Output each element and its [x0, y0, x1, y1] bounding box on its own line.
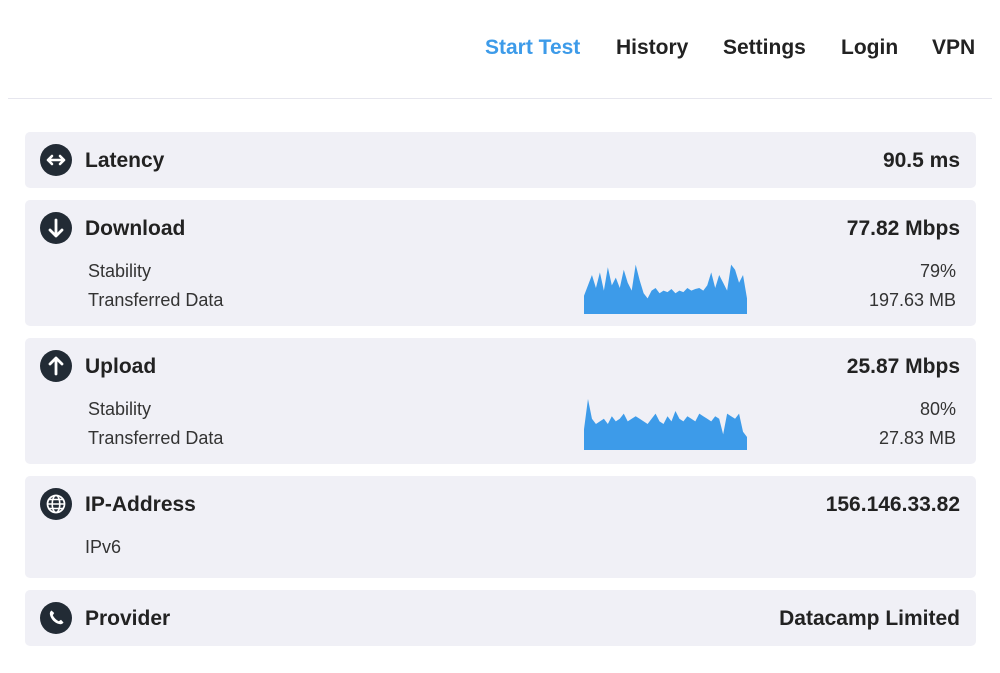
upload-card: Upload 25.87 Mbps Stability Transferred … — [25, 338, 976, 464]
download-card: Download 77.82 Mbps Stability Transferre… — [25, 200, 976, 326]
provider-title: Provider — [85, 607, 171, 630]
latency-card: Latency 90.5 ms — [25, 132, 976, 188]
upload-stability-label: Stability — [88, 399, 152, 419]
globe-icon — [40, 488, 72, 520]
ip-address-title: IP-Address — [85, 493, 196, 516]
nav-login[interactable]: Login — [841, 36, 898, 60]
latency-title: Latency — [85, 149, 165, 172]
provider-value: Datacamp Limited — [779, 607, 960, 630]
download-transferred-value: 197.63 MB — [868, 290, 956, 310]
nav-start-test[interactable]: Start Test — [485, 36, 580, 60]
nav-history[interactable]: History — [616, 36, 688, 60]
download-stability-label: Stability — [88, 261, 152, 281]
ip-address-value: 156.146.33.82 — [825, 493, 960, 516]
upload-sparkline — [584, 399, 747, 450]
nav-divider — [8, 98, 992, 99]
upload-title: Upload — [85, 355, 157, 378]
nav-settings[interactable]: Settings — [723, 36, 806, 60]
phone-icon — [40, 602, 72, 634]
arrow-down-icon — [40, 212, 72, 244]
latency-value: 90.5 ms — [882, 149, 960, 172]
nav-vpn[interactable]: VPN — [932, 36, 975, 60]
upload-transferred-label: Transferred Data — [88, 428, 224, 448]
download-stability-value: 79% — [919, 261, 956, 281]
arrow-up-icon — [40, 350, 72, 382]
top-nav: Start Test History Settings Login VPN — [0, 0, 1000, 98]
ip-address-card: IP-Address 156.146.33.82 IPv6 — [25, 476, 976, 578]
provider-card: Provider Datacamp Limited — [25, 590, 976, 646]
download-value: 77.82 Mbps — [846, 217, 960, 240]
download-title: Download — [85, 217, 186, 240]
upload-transferred-value: 27.83 MB — [878, 428, 956, 448]
ip-version-label: IPv6 — [85, 537, 122, 557]
download-sparkline — [584, 264, 747, 314]
upload-value: 25.87 Mbps — [846, 355, 960, 378]
download-transferred-label: Transferred Data — [88, 290, 224, 310]
download-sparkline-area — [584, 264, 747, 314]
upload-sparkline-area — [584, 399, 747, 450]
upload-stability-value: 80% — [919, 399, 956, 419]
left-right-arrow-icon — [40, 144, 72, 176]
